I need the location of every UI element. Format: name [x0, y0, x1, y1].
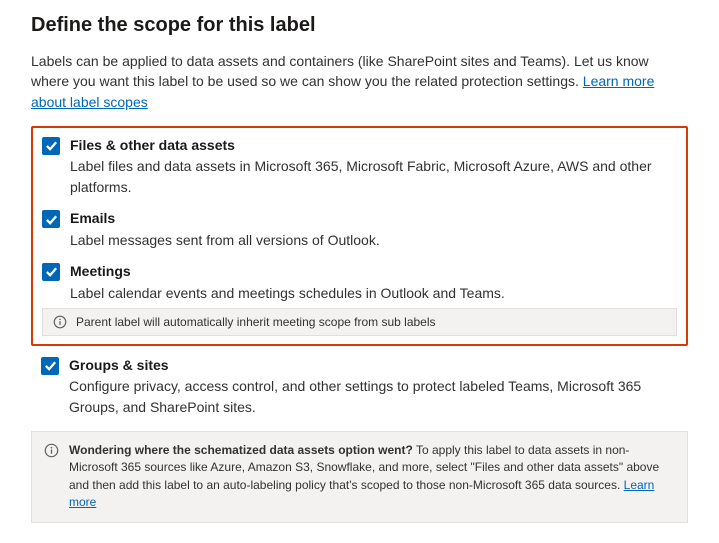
info-icon — [53, 315, 67, 329]
scope-emails-desc: Label messages sent from all versions of… — [70, 230, 677, 250]
scope-emails-title: Emails — [70, 209, 677, 229]
scope-item-emails: Emails Label messages sent from all vers… — [42, 209, 677, 250]
scope-item-meetings: Meetings Label calendar events and meeti… — [42, 262, 677, 303]
scope-item-groups: Groups & sites Configure privacy, access… — [31, 356, 688, 417]
check-icon — [44, 359, 57, 372]
scope-groups-title: Groups & sites — [69, 356, 678, 376]
scope-groups-desc: Configure privacy, access control, and o… — [69, 376, 678, 417]
scope-files-desc: Label files and data assets in Microsoft… — [70, 156, 677, 197]
info-banner-bold: Wondering where the schematized data ass… — [69, 443, 413, 457]
page-heading: Define the scope for this label — [31, 14, 688, 37]
check-icon — [45, 265, 58, 278]
inherit-note-banner: Parent label will automatically inherit … — [42, 308, 677, 336]
checkbox-files[interactable] — [42, 137, 60, 155]
check-icon — [45, 213, 58, 226]
intro-text: Labels can be applied to data assets and… — [31, 53, 649, 89]
intro-paragraph: Labels can be applied to data assets and… — [31, 51, 688, 112]
check-icon — [45, 139, 58, 152]
scope-item-files: Files & other data assets Label files an… — [42, 136, 677, 197]
checkbox-groups[interactable] — [41, 357, 59, 375]
scope-meetings-title: Meetings — [70, 262, 677, 282]
checkbox-emails[interactable] — [42, 210, 60, 228]
scope-meetings-desc: Label calendar events and meetings sched… — [70, 283, 677, 303]
inherit-note-text: Parent label will automatically inherit … — [76, 315, 436, 329]
info-banner-text: Wondering where the schematized data ass… — [69, 442, 675, 512]
checkbox-meetings[interactable] — [42, 263, 60, 281]
highlighted-scope-group: Files & other data assets Label files an… — [31, 126, 688, 346]
info-icon — [44, 443, 59, 458]
scope-files-title: Files & other data assets — [70, 136, 677, 156]
schematized-info-banner: Wondering where the schematized data ass… — [31, 431, 688, 523]
